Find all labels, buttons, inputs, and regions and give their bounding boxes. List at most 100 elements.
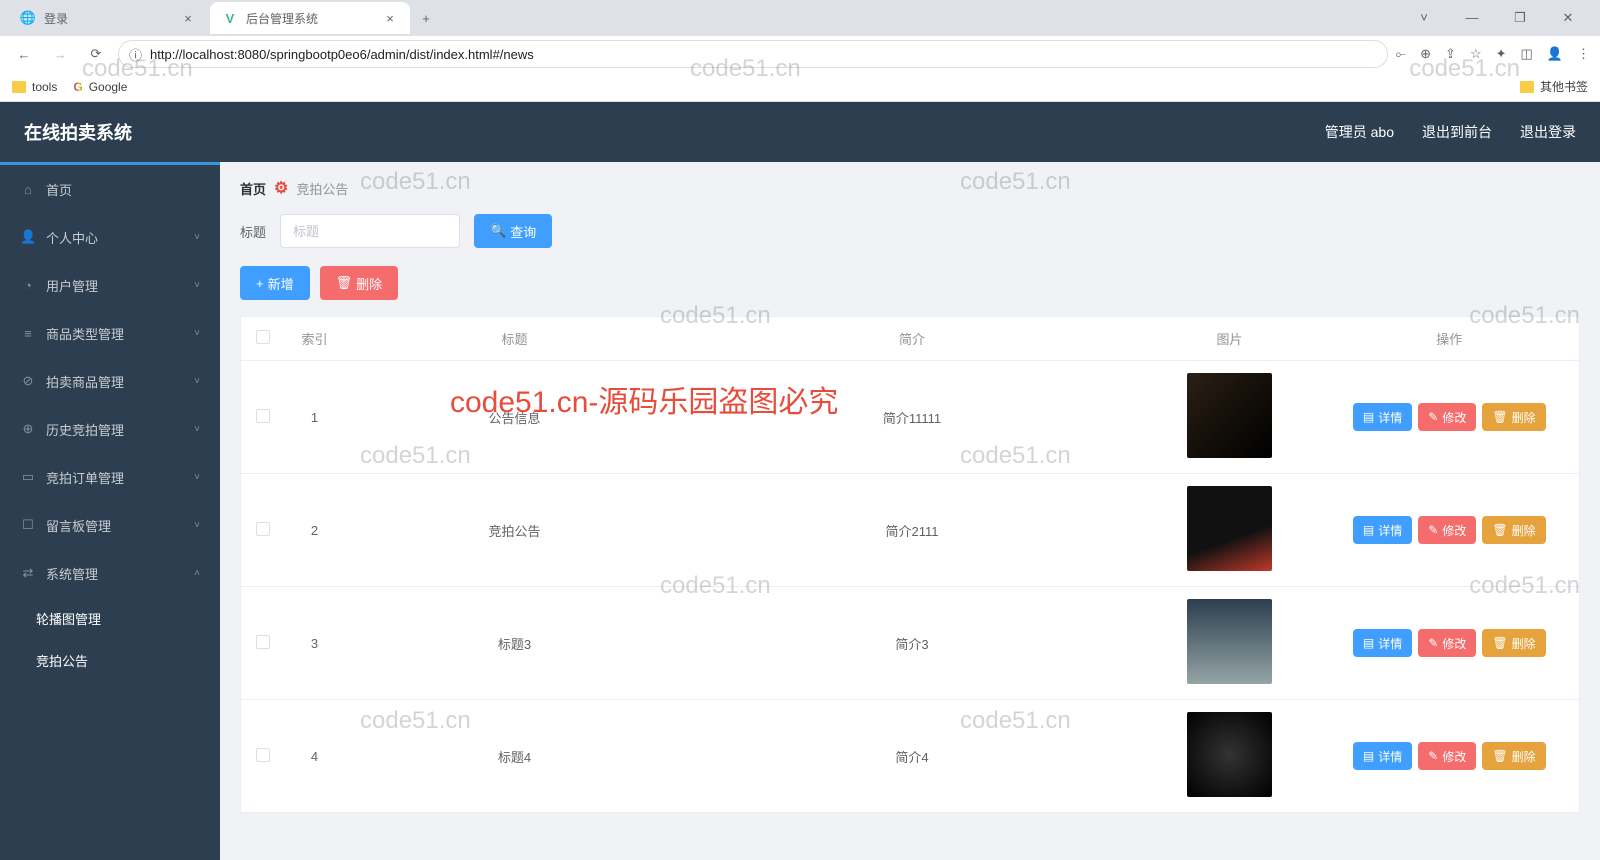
- sidebar-item[interactable]: 👤 个人中心 ˅: [0, 213, 220, 261]
- detail-button[interactable]: ▤ 详情: [1353, 516, 1412, 544]
- close-icon[interactable]: ×: [382, 10, 398, 26]
- row-ops: ▤ 详情 ✎ 修改 🗑 删除: [1328, 742, 1572, 770]
- cell-pic: [1140, 700, 1320, 813]
- row-ops: ▤ 详情 ✎ 修改 🗑 删除: [1328, 629, 1572, 657]
- bookmark-other[interactable]: 其他书签: [1520, 78, 1588, 95]
- chevron-down-icon: ˅: [194, 472, 200, 483]
- row-delete-button[interactable]: 🗑 删除: [1482, 629, 1545, 657]
- edit-button[interactable]: ✎ 修改: [1418, 742, 1476, 770]
- detail-button[interactable]: ▤ 详情: [1353, 742, 1412, 770]
- sidebar-sub-item[interactable]: 轮播图管理: [0, 597, 220, 639]
- row-checkbox[interactable]: [256, 522, 270, 536]
- cell-intro: 简介2111: [685, 474, 1140, 587]
- close-icon[interactable]: ×: [180, 10, 196, 26]
- edit-button[interactable]: ✎ 修改: [1418, 403, 1476, 431]
- edit-button[interactable]: ✎ 修改: [1418, 516, 1476, 544]
- bookmark-tools[interactable]: tools: [12, 80, 57, 94]
- add-button[interactable]: + 新增: [240, 266, 310, 300]
- reload-button[interactable]: ⟳: [82, 40, 110, 68]
- globe-icon: 🌐: [20, 10, 36, 26]
- app-header: 在线拍卖系统 管理员 abo 退出到前台 退出登录: [0, 102, 1600, 162]
- edit-icon: ✎: [1428, 523, 1438, 537]
- chevron-down-icon: ˅: [194, 376, 200, 387]
- delete-button[interactable]: 🗑 删除: [320, 266, 399, 300]
- sidebar-item[interactable]: ⊘ 拍卖商品管理 ˅: [0, 357, 220, 405]
- browser-tab-admin[interactable]: V 后台管理系统 ×: [210, 2, 410, 34]
- header-user[interactable]: 管理员 abo: [1325, 122, 1394, 142]
- th-index: 索引: [285, 317, 345, 361]
- sidebar-item[interactable]: ⇄ 系统管理 ˄: [0, 549, 220, 597]
- row-checkbox[interactable]: [256, 409, 270, 423]
- trash-icon: 🗑: [1492, 636, 1507, 650]
- sidebar-item[interactable]: ◔ 用户管理 ˅: [0, 261, 220, 309]
- row-image: [1187, 599, 1272, 684]
- row-image: [1187, 373, 1272, 458]
- main-content: 首页 ⚙ 竞拍公告 标题 🔍 查询 + 新增 🗑 删除: [220, 162, 1600, 860]
- sidebar-icon: ≡: [20, 326, 36, 341]
- share-icon[interactable]: ⇪: [1445, 46, 1456, 62]
- sidebar-item[interactable]: ≡ 商品类型管理 ˅: [0, 309, 220, 357]
- breadcrumb-home[interactable]: 首页: [240, 179, 266, 198]
- row-checkbox[interactable]: [256, 635, 270, 649]
- minimize-icon[interactable]: —: [1458, 10, 1486, 26]
- back-button[interactable]: ←: [10, 40, 38, 68]
- url-input[interactable]: ⓘ http://localhost:8080/springbootp0eo6/…: [118, 40, 1388, 68]
- maximize-icon[interactable]: ❐: [1506, 10, 1534, 26]
- folder-icon: [1520, 81, 1534, 93]
- header-logout[interactable]: 退出登录: [1520, 122, 1576, 142]
- detail-button[interactable]: ▤ 详情: [1353, 403, 1412, 431]
- sidebar-item[interactable]: ☐ 留言板管理 ˅: [0, 501, 220, 549]
- zoom-icon[interactable]: ⊕: [1420, 46, 1431, 62]
- edit-button[interactable]: ✎ 修改: [1418, 629, 1476, 657]
- breadcrumb-current: 竞拍公告: [296, 179, 348, 198]
- close-window-icon[interactable]: ✕: [1554, 10, 1582, 26]
- sidebar-icon: ▭: [20, 469, 36, 485]
- select-all-checkbox[interactable]: [256, 330, 270, 344]
- bookmarks-bar: tools G Google 其他书签: [0, 72, 1600, 102]
- menu-icon[interactable]: ⋮: [1577, 46, 1590, 62]
- vue-icon: V: [222, 10, 238, 26]
- search-button[interactable]: 🔍 查询: [474, 214, 552, 248]
- cell-intro: 简介3: [685, 587, 1140, 700]
- row-image: [1187, 486, 1272, 571]
- sidebar-item[interactable]: ▭ 竞拍订单管理 ˅: [0, 453, 220, 501]
- cell-pic: [1140, 361, 1320, 474]
- row-delete-button[interactable]: 🗑 删除: [1482, 403, 1545, 431]
- star-icon[interactable]: ☆: [1470, 46, 1482, 62]
- cell-index: 3: [285, 587, 345, 700]
- sidebar-icon: ◔: [20, 278, 36, 293]
- forward-button[interactable]: →: [46, 40, 74, 68]
- row-delete-button[interactable]: 🗑 删除: [1482, 742, 1545, 770]
- search-row: 标题 🔍 查询: [240, 214, 1580, 248]
- sidebar-icon: ⊕: [20, 421, 36, 437]
- trash-icon: 🗑: [1492, 749, 1507, 763]
- sidebar-icon: ☐: [20, 517, 36, 533]
- panel-icon[interactable]: ◫: [1521, 46, 1533, 62]
- chevron-up-icon: ˄: [194, 568, 200, 579]
- row-checkbox[interactable]: [256, 748, 270, 762]
- sidebar-item[interactable]: ⊕ 历史竞拍管理 ˅: [0, 405, 220, 453]
- th-pic: 图片: [1140, 317, 1320, 361]
- row-ops: ▤ 详情 ✎ 修改 🗑 删除: [1328, 516, 1572, 544]
- row-image: [1187, 712, 1272, 797]
- bookmark-google[interactable]: G Google: [73, 80, 127, 94]
- header-to-front[interactable]: 退出到前台: [1422, 122, 1492, 142]
- sidebar: ⌂ 首页 👤 个人中心 ˅◔ 用户管理 ˅≡ 商品类型管理 ˅⊘ 拍卖商品管理 …: [0, 162, 220, 860]
- detail-button[interactable]: ▤ 详情: [1353, 629, 1412, 657]
- sidebar-icon: ⊘: [20, 373, 36, 389]
- row-delete-button[interactable]: 🗑 删除: [1482, 516, 1545, 544]
- sidebar-item[interactable]: ⌂ 首页: [0, 165, 220, 213]
- profile-icon[interactable]: 👤: [1547, 46, 1563, 62]
- extensions-icon[interactable]: ✦: [1496, 46, 1507, 62]
- search-input[interactable]: [280, 214, 460, 248]
- chevron-down-icon[interactable]: ˅: [1410, 10, 1438, 26]
- browser-tab-login[interactable]: 🌐 登录 ×: [8, 2, 208, 34]
- sidebar-item-label: 留言板管理: [46, 516, 111, 535]
- chevron-down-icon: ˅: [194, 280, 200, 291]
- table-row: 3 标题3 简介3 ▤ 详情 ✎ 修改 🗑 删除: [241, 587, 1580, 700]
- sidebar-sub-item[interactable]: 竞拍公告: [0, 639, 220, 681]
- cell-title: 竞拍公告: [345, 474, 685, 587]
- key-icon[interactable]: ⟜: [1396, 46, 1406, 62]
- new-tab-button[interactable]: +: [412, 4, 440, 32]
- sidebar-item-label: 历史竞拍管理: [46, 420, 124, 439]
